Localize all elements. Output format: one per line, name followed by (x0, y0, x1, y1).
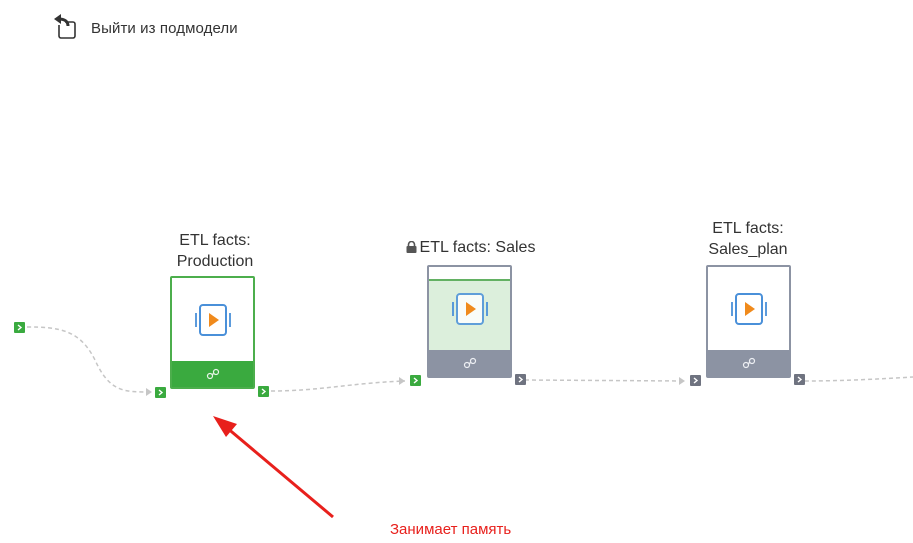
node-production[interactable] (170, 276, 255, 389)
node-sales[interactable] (427, 265, 512, 378)
node-production-output-port[interactable] (258, 386, 269, 397)
node-production-input-port[interactable] (155, 387, 166, 398)
node-salesplan-output-port[interactable] (794, 374, 805, 385)
annotation-arrow (213, 416, 334, 519)
annotation-text: Занимает память (390, 521, 512, 538)
node-production-body (172, 278, 253, 361)
node-title-sales: ETL facts: Sales (390, 237, 550, 258)
node-sales-output-port[interactable] (515, 374, 526, 385)
node-title-production-line1: ETL facts: (179, 232, 251, 249)
node-salesplan-input-port[interactable] (690, 375, 701, 386)
node-sales-body (429, 267, 510, 350)
node-title-salesplan-line1: ETL facts: (712, 220, 784, 237)
node-salesplan-footer (708, 350, 789, 376)
model-input-port[interactable] (14, 322, 25, 333)
node-production-footer (172, 361, 253, 387)
node-title-salesplan: ETL facts: Sales_plan (683, 218, 813, 260)
node-title-salesplan-line2: Sales_plan (708, 241, 788, 258)
node-title-production-line2: Production (176, 253, 254, 270)
etl-play-icon (194, 303, 231, 336)
model-canvas[interactable]: ETL facts: Production ETL facts: Sales E… (0, 0, 913, 543)
node-title-sales-line1: ETL facts: Sales (419, 239, 536, 256)
node-sales-input-port[interactable] (410, 375, 421, 386)
arrowhead-sales-in (399, 377, 405, 385)
arrowhead-salesplan-in (679, 377, 685, 385)
etl-play-icon (451, 292, 488, 325)
connection-salesplan-out (804, 376, 913, 382)
node-salesplan-body (708, 267, 789, 350)
link-icon (206, 368, 219, 380)
node-title-production: ETL facts: Production (150, 230, 280, 272)
connection-sales-to-salesplan (524, 379, 685, 382)
link-icon (742, 357, 755, 369)
node-salesplan[interactable] (706, 265, 791, 378)
connection-production-to-sales (270, 380, 406, 392)
link-icon (463, 357, 476, 369)
connection-input-to-production (26, 326, 153, 393)
lock-icon (405, 238, 418, 253)
node-sales-footer (429, 350, 510, 376)
arrowhead-production-in (146, 388, 152, 396)
etl-play-icon (730, 292, 767, 325)
